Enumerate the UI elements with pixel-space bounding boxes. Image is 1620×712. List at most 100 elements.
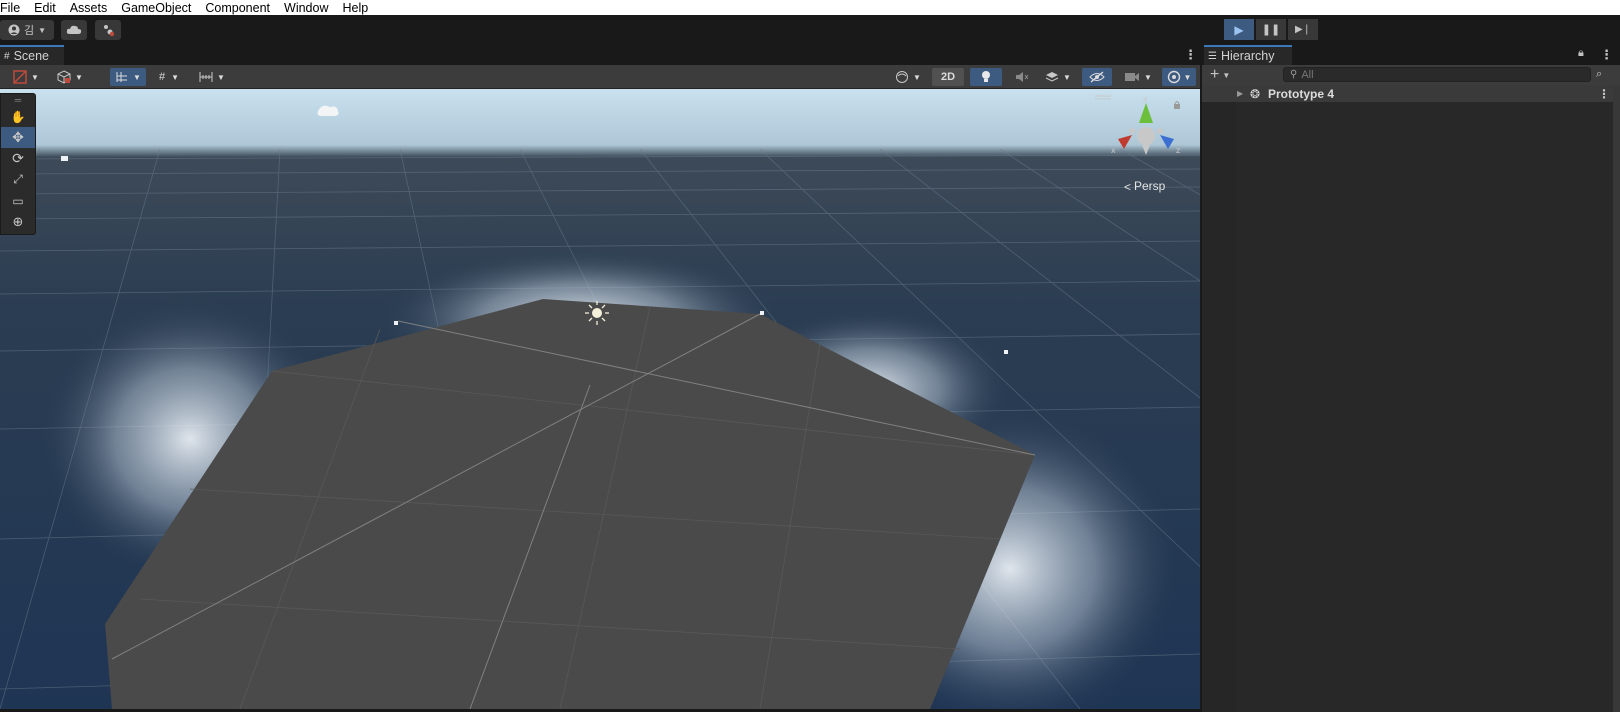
render-mode-dropdown[interactable]: ▼ — [52, 68, 88, 86]
menu-gameobject[interactable]: GameObject — [121, 1, 198, 14]
cloud-button[interactable] — [61, 20, 87, 40]
tool-panel: ═ ✋ ✥ ⟳ ⤢ ▭ ⊕ — [0, 93, 36, 235]
scale-tool[interactable]: ⤢ — [1, 169, 35, 190]
hierarchy-scrollbar[interactable] — [1613, 87, 1620, 712]
chevron-down-icon: ▼ — [75, 72, 83, 82]
effects-dropdown[interactable]: ▼ — [1040, 68, 1076, 86]
lock-icon[interactable]: 🔒︎ — [1578, 47, 1584, 60]
hierarchy-menu-button[interactable]: ⋮ — [1600, 47, 1613, 63]
gizmo-x-label: x — [1111, 146, 1116, 155]
tab-scene[interactable]: # Scene — [0, 45, 64, 65]
scale-icon: ⤢ — [13, 172, 23, 186]
tab-hierarchy[interactable]: ☰ Hierarchy — [1204, 45, 1292, 65]
grid-snap-toggle[interactable]: ▼ — [110, 68, 146, 86]
collab-button[interactable] — [95, 20, 121, 40]
marker-icon — [61, 156, 68, 161]
draw-mode-dropdown[interactable]: ▼ — [6, 68, 46, 86]
pause-icon: ❚❚ — [1261, 24, 1281, 36]
menu-bar: File Edit Assets GameObject Component Wi… — [0, 0, 1620, 15]
unity-scene-icon: ❂ — [1250, 86, 1261, 101]
chevron-down-icon: ▼ — [1222, 70, 1231, 80]
cloud-icon — [66, 25, 82, 34]
marker-icon — [1004, 350, 1008, 354]
gizmo-icon — [1167, 70, 1180, 84]
rect-icon: ▭ — [12, 193, 24, 208]
lock-icon[interactable] — [1174, 104, 1180, 109]
audio-toggle[interactable] — [1008, 68, 1036, 86]
account-dropdown[interactable]: 김 ▼ — [0, 20, 54, 40]
hand-icon: ✋ — [10, 109, 26, 124]
search-icon: ⚲ — [1290, 69, 1298, 80]
move-icon: ✥ — [12, 129, 24, 145]
menu-assets[interactable]: Assets — [70, 1, 115, 14]
layers-icon — [1045, 72, 1059, 82]
grid-icon: # — [158, 71, 166, 83]
menu-window[interactable]: Window — [284, 1, 335, 14]
hierarchy-gutter — [1202, 87, 1236, 712]
gizmo-y-label: y — [1143, 94, 1148, 103]
account-label: 김 — [23, 25, 35, 37]
scene-menu-button[interactable]: ⋮ — [1184, 47, 1197, 63]
camera-mode-dropdown[interactable]: ▼ — [890, 68, 926, 86]
play-controls: ▶ ❚❚ ▶❘ — [1224, 19, 1318, 40]
menu-component[interactable]: Component — [205, 1, 277, 14]
rect-tool[interactable]: ▭ — [1, 190, 35, 211]
chevron-down-icon: ▼ — [171, 72, 180, 82]
step-button[interactable]: ▶❘ — [1288, 19, 1318, 40]
grid-icon: # — [4, 50, 10, 62]
eye-slash-icon — [1089, 71, 1105, 83]
scene-render: y x z < — [0, 89, 1200, 709]
scene-toolbar: ▼ ▼ ▼ # ▼ ▼ ▼ 2D ▼ ▼ ▼ — [0, 65, 1200, 89]
menu-file[interactable]: File — [0, 1, 27, 14]
scene-visibility-icon[interactable]: ⌕ — [1596, 68, 1602, 81]
pause-button[interactable]: ❚❚ — [1256, 19, 1286, 40]
camera-icon — [1125, 73, 1140, 81]
search-placeholder: All — [1301, 68, 1314, 81]
transform-tool[interactable]: ⊕ — [1, 211, 35, 232]
rotate-tool[interactable]: ⟳ — [1, 148, 35, 169]
hierarchy-list — [1202, 87, 1620, 712]
chevron-down-icon: ▼ — [38, 25, 47, 35]
scene-name: Prototype 4 — [1268, 86, 1335, 101]
transform-icon: ⊕ — [12, 213, 24, 229]
grid-visibility-dropdown[interactable]: # ▼ — [152, 68, 186, 86]
hierarchy-tab-label: Hierarchy — [1220, 49, 1275, 63]
projection-label[interactable]: Persp — [1134, 179, 1165, 193]
panel-grip-icon: ═ — [14, 95, 22, 105]
hidden-objects-toggle[interactable] — [1082, 68, 1112, 86]
lightbulb-icon — [982, 71, 990, 82]
snap-icon — [116, 72, 128, 82]
marker-icon — [394, 321, 398, 325]
increment-snap-dropdown[interactable]: ▼ — [194, 68, 230, 86]
play-button[interactable]: ▶ — [1224, 19, 1254, 40]
gizmo-z-label: z — [1176, 146, 1180, 155]
chevron-down-icon: ▼ — [31, 72, 39, 82]
expand-arrow-icon[interactable]: ▶ — [1237, 89, 1243, 98]
hierarchy-row-scene[interactable]: ▶ ❂ Prototype 4 ⋮ — [1202, 85, 1620, 102]
rotate-icon: ⟳ — [12, 150, 24, 166]
toggle-2d-button[interactable]: 2D — [932, 68, 964, 86]
lighting-toggle[interactable] — [970, 68, 1002, 86]
plus-icon: + — [1210, 66, 1220, 83]
cube-icon — [57, 70, 71, 84]
row-menu-button[interactable]: ⋮ — [1598, 87, 1610, 101]
move-tool[interactable]: ✥ — [1, 127, 35, 148]
scene-camera-dropdown[interactable]: ▼ — [1118, 68, 1158, 86]
gizmos-dropdown[interactable]: ▼ — [1162, 68, 1196, 86]
chevron-down-icon: ▼ — [1144, 72, 1152, 82]
hierarchy-tabbar: ☰ Hierarchy 🔒︎ ⋮ — [1202, 45, 1620, 65]
chevron-down-icon: ▼ — [1183, 72, 1192, 82]
hand-tool[interactable]: ✋ — [1, 106, 35, 127]
scene-viewport[interactable]: y x z < Persp — [0, 89, 1200, 709]
menu-help[interactable]: Help — [342, 1, 375, 14]
account-icon — [8, 24, 20, 36]
list-icon: ☰ — [1208, 50, 1217, 62]
chevron-down-icon: ▼ — [1063, 72, 1071, 82]
step-icon: ▶❘ — [1294, 24, 1312, 35]
mode-2d-label: 2D — [940, 71, 956, 83]
scene-tabbar: # Scene ⋮ — [0, 45, 1200, 65]
create-dropdown[interactable]: + ▼ — [1210, 66, 1230, 84]
menu-edit[interactable]: Edit — [34, 1, 63, 14]
collab-icon — [104, 25, 115, 37]
hierarchy-search-input[interactable]: ⚲ All — [1283, 67, 1591, 82]
